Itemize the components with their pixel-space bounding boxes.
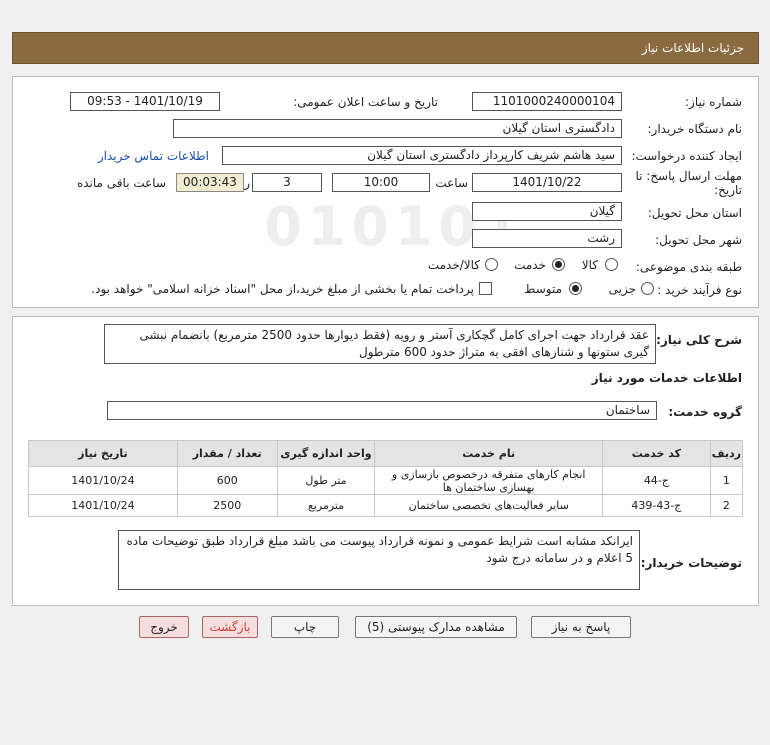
need-number-label: شماره نیاز:	[685, 95, 742, 109]
cell-date: 1401/10/24	[28, 494, 178, 517]
city-label: شهر محل تحویل:	[655, 233, 742, 247]
process-option-medium: متوسط	[524, 282, 562, 296]
announce-label: تاریخ و ساعت اعلان عمومی:	[293, 95, 438, 109]
page-title: جزئیات اطلاعات نیاز	[641, 41, 744, 55]
cell-unit: متر طول	[276, 466, 376, 495]
reply-button[interactable]: پاسخ به نیاز	[531, 616, 631, 638]
cell-row-no: 2	[709, 494, 744, 517]
province-field: گیلان	[472, 202, 622, 221]
table-row: 2 ج-43-439 سایر فعالیت‌های تخصصی ساختمان…	[28, 494, 744, 517]
remaining-time-field: 00:03:43	[176, 173, 244, 192]
cell-qty: 2500	[176, 494, 278, 517]
general-desc-field: عقد قرارداد جهت اجرای کامل گچکاری آستر و…	[104, 324, 656, 364]
buyer-notes-field: ایرانکد مشابه است شرایط عمومی و نمونه قر…	[118, 530, 640, 590]
time-label: ساعت	[435, 176, 468, 190]
view-attachments-button[interactable]: مشاهده مدارک پیوستی (5)	[355, 616, 517, 638]
need-number-field: 1101000240000104	[472, 92, 622, 111]
service-group-field: ساختمان	[107, 401, 657, 420]
back-button[interactable]: بازگشت	[202, 616, 258, 638]
cell-unit: مترمربع	[276, 494, 376, 517]
col-header-name: نام خدمت	[374, 440, 603, 467]
process-label: نوع فرآیند خرید :	[657, 283, 742, 297]
category-label: طبقه بندی موضوعی:	[635, 260, 742, 274]
creator-label: ایجاد کننده درخواست:	[631, 149, 742, 163]
cell-qty: 600	[176, 466, 278, 495]
buyer-notes-label: توضیحات خریدار:	[640, 556, 742, 570]
page-header: جزئیات اطلاعات نیاز	[12, 32, 759, 64]
process-radio-medium[interactable]	[569, 282, 582, 295]
creator-field: سید هاشم شریف کارپرداز دادگستری استان گی…	[222, 146, 622, 165]
province-label: استان محل تحویل:	[647, 206, 742, 220]
category-option-service: خدمت	[514, 258, 546, 272]
services-table: ردیف کد خدمت نام خدمت واحد اندازه گیری ت…	[28, 440, 744, 517]
deadline-date-field: 1401/10/22	[472, 173, 622, 192]
category-radio-goods-service[interactable]	[485, 258, 498, 271]
cell-code: ج-43-439	[601, 494, 711, 517]
category-radio-service[interactable]	[552, 258, 565, 271]
col-header-qty: تعداد / مقدار	[176, 440, 278, 467]
deadline-time-field: 10:00	[332, 173, 430, 192]
remaining-label: ساعت باقی مانده	[76, 176, 166, 190]
cell-row-no: 1	[709, 466, 744, 495]
col-header-unit: واحد اندازه گیری	[276, 440, 376, 467]
general-desc-label: شرح کلی نیاز:	[656, 333, 742, 347]
cell-name: انجام کارهای متفرقه درخصوص بازسازی و بهس…	[374, 466, 603, 495]
services-title: اطلاعات خدمات مورد نیاز	[591, 371, 742, 385]
print-button[interactable]: چاپ	[271, 616, 339, 638]
table-row: 1 ج-44 انجام کارهای متفرقه درخصوص بازساز…	[28, 466, 744, 495]
days-field: 3	[252, 173, 322, 192]
cell-name: سایر فعالیت‌های تخصصی ساختمان	[374, 494, 603, 517]
cell-date: 1401/10/24	[28, 466, 178, 495]
city-field: رشت	[472, 229, 622, 248]
announce-field: 1401/10/19 - 09:53	[70, 92, 220, 111]
col-header-row-no: ردیف	[709, 440, 744, 467]
treasury-payment-note: پرداخت تمام یا بخشی از مبلغ خرید،از محل …	[91, 282, 474, 296]
exit-button[interactable]: خروج	[139, 616, 189, 638]
col-header-date: تاریخ نیاز	[28, 440, 178, 467]
buyer-org-field: دادگستری استان گیلان	[173, 119, 622, 138]
category-radio-goods[interactable]	[605, 258, 618, 271]
buyer-org-label: نام دستگاه خریدار:	[647, 122, 743, 136]
process-option-minor: جزیی	[608, 282, 636, 296]
process-radio-minor[interactable]	[641, 282, 654, 295]
treasury-payment-checkbox[interactable]	[479, 282, 492, 295]
cell-code: ج-44	[601, 466, 711, 495]
deadline-label-2: تاریخ:	[714, 183, 742, 197]
category-option-goods-service: کالا/خدمت	[427, 258, 480, 272]
table-header-row: ردیف کد خدمت نام خدمت واحد اندازه گیری ت…	[28, 440, 744, 467]
contact-buyer-link[interactable]: اطلاعات تماس خریدار	[98, 149, 209, 163]
deadline-label-1: مهلت ارسال پاسخ: تا	[635, 169, 742, 183]
service-group-label: گروه خدمت:	[668, 405, 742, 419]
category-option-goods: کالا	[581, 258, 598, 272]
col-header-code: کد خدمت	[601, 440, 711, 467]
